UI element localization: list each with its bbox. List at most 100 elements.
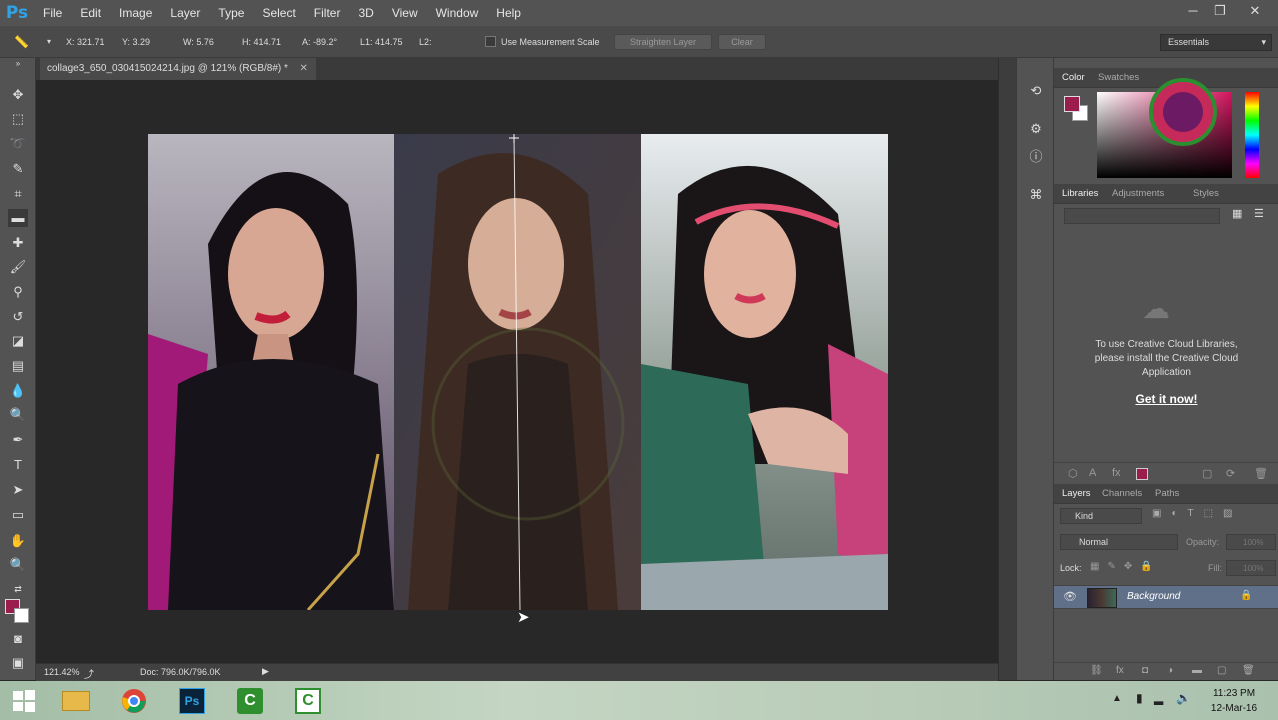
menu-image[interactable]: Image [110, 0, 161, 26]
zoom-tool-icon[interactable]: 🔍 [8, 556, 28, 574]
list-view-icon[interactable]: ☰ [1254, 207, 1264, 220]
blend-mode-select[interactable]: Normal [1060, 534, 1178, 550]
add-character-style-icon[interactable]: A [1089, 467, 1096, 479]
brush-tool-icon[interactable]: 🖌 [8, 258, 28, 276]
brush-presets-icon[interactable]: ⌘ [1026, 186, 1046, 204]
menu-edit[interactable]: Edit [71, 0, 110, 26]
minimize-button[interactable]: ─ [1178, 0, 1208, 22]
layer-style-icon[interactable]: fx [1116, 665, 1124, 676]
background-color-swatch[interactable] [14, 608, 29, 623]
vertical-scrollbar[interactable] [998, 58, 1016, 680]
tab-styles[interactable]: Styles [1193, 184, 1219, 204]
maximize-button[interactable]: ❐ [1205, 0, 1235, 22]
ruler-tool-icon[interactable]: ▬ [8, 209, 28, 227]
add-color-icon[interactable] [1136, 468, 1148, 480]
tab-color[interactable]: Color [1062, 68, 1085, 88]
menu-help[interactable]: Help [487, 0, 530, 26]
delete-layer-icon[interactable]: 🗑 [1242, 665, 1255, 676]
quick-selection-tool-icon[interactable]: ✎ [8, 160, 28, 178]
collapse-arrows-icon[interactable]: » [8, 60, 28, 68]
menu-layer[interactable]: Layer [161, 0, 209, 26]
camtasia-recorder-icon[interactable]: C [226, 683, 274, 718]
eraser-tool-icon[interactable]: ◪ [8, 332, 28, 350]
start-button[interactable] [0, 683, 48, 718]
layer-row-background[interactable]: 👁 Background 🔒 [1054, 585, 1278, 609]
tab-swatches[interactable]: Swatches [1098, 68, 1139, 88]
photoshop-taskbar-icon[interactable]: Ps [168, 683, 216, 718]
menu-type[interactable]: Type [209, 0, 253, 26]
ruler-tool-icon[interactable]: 📏 [14, 26, 29, 58]
type-tool-icon[interactable]: T [8, 456, 28, 474]
history-icon[interactable]: ⟲ [1026, 82, 1046, 100]
menu-3d[interactable]: 3D [349, 0, 382, 26]
screen-mode-icon[interactable]: ▣ [8, 654, 28, 672]
grid-view-icon[interactable]: ▦ [1232, 207, 1242, 220]
marquee-tool-icon[interactable]: ⬚ [8, 110, 28, 128]
clone-stamp-tool-icon[interactable]: ⚲ [8, 283, 28, 301]
battery-icon[interactable]: ▮ [1136, 691, 1143, 705]
document-tab[interactable]: collage3_650_030415024214.jpg @ 121% (RG… [40, 58, 316, 80]
crop-tool-icon[interactable]: ⌗ [8, 185, 28, 203]
lasso-tool-icon[interactable]: ➰ [8, 135, 28, 153]
show-hidden-icons-icon[interactable]: ▲ [1112, 693, 1122, 704]
visibility-eye-icon[interactable]: 👁 [1063, 590, 1077, 603]
status-menu-arrow-icon[interactable]: ▶ [262, 666, 269, 677]
move-tool-icon[interactable]: ✥ [8, 86, 28, 104]
dodge-tool-icon[interactable]: 🔍 [8, 406, 28, 424]
hue-slider[interactable] [1245, 92, 1259, 178]
quick-mask-icon[interactable]: ◙ [8, 630, 28, 648]
get-it-now-link[interactable]: Get it now! [1064, 392, 1269, 406]
rectangle-tool-icon[interactable]: ▭ [8, 506, 28, 524]
path-selection-tool-icon[interactable]: ➤ [8, 481, 28, 499]
file-explorer-icon[interactable] [52, 683, 100, 718]
delete-library-item-icon[interactable]: 🗑 [1254, 467, 1268, 480]
menu-view[interactable]: View [383, 0, 427, 26]
blur-tool-icon[interactable]: 💧 [8, 382, 28, 400]
tab-layers[interactable]: Layers [1062, 484, 1091, 504]
document-image[interactable] [148, 134, 888, 610]
clear-button[interactable]: Clear [718, 34, 766, 50]
history-brush-tool-icon[interactable]: ↺ [8, 308, 28, 326]
layer-name[interactable]: Background [1127, 591, 1180, 602]
healing-brush-tool-icon[interactable]: ✚ [8, 234, 28, 252]
opacity-field[interactable]: 100% [1226, 534, 1276, 550]
gradient-tool-icon[interactable]: ▤ [8, 357, 28, 375]
info-icon[interactable]: ⓘ [1026, 148, 1046, 166]
use-measurement-scale-checkbox[interactable] [485, 36, 496, 47]
close-window-button[interactable]: ✕ [1240, 0, 1270, 22]
stock-icon[interactable]: ▢ [1202, 467, 1212, 480]
menu-window[interactable]: Window [427, 0, 488, 26]
add-graphic-icon[interactable]: ⬡ [1068, 467, 1078, 480]
tab-libraries[interactable]: Libraries [1062, 184, 1098, 204]
new-group-icon[interactable]: ▬ [1192, 665, 1202, 676]
tool-preset-arrow-icon[interactable]: ▾ [47, 26, 51, 58]
tab-adjustments[interactable]: Adjustments [1112, 184, 1164, 204]
layer-filter-select[interactable]: Kind [1060, 508, 1142, 524]
layer-filter-icons[interactable]: ▣◐T⬚▨ [1152, 508, 1243, 519]
panel-foreground-swatch[interactable] [1064, 96, 1080, 112]
camtasia-studio-icon[interactable]: C [284, 683, 332, 718]
tab-paths[interactable]: Paths [1155, 484, 1179, 504]
properties-icon[interactable]: ⚙ [1026, 120, 1046, 138]
pen-tool-icon[interactable]: ✒ [8, 431, 28, 449]
lock-icons[interactable]: ▦✎✥🔒 [1090, 561, 1161, 572]
add-mask-icon[interactable]: ◘ [1142, 665, 1148, 676]
zoom-level[interactable]: 121.42% [44, 667, 80, 677]
swap-colors-icon[interactable]: ⇄ [8, 580, 28, 598]
tab-channels[interactable]: Channels [1102, 484, 1142, 504]
straighten-layer-button[interactable]: Straighten Layer [614, 34, 712, 50]
hand-tool-icon[interactable]: ✋ [8, 532, 28, 550]
new-layer-icon[interactable]: ▢ [1217, 665, 1226, 676]
network-icon[interactable]: ▂ [1154, 691, 1163, 705]
sync-icon[interactable]: ⟳ [1226, 467, 1235, 480]
volume-icon[interactable]: 🔊 [1176, 691, 1191, 705]
share-icon[interactable]: ⤴ [84, 666, 94, 681]
add-layer-style-icon[interactable]: fx [1112, 467, 1121, 479]
chrome-icon[interactable] [110, 683, 158, 718]
adjustment-layer-icon[interactable]: ◑ [1167, 665, 1173, 676]
library-select[interactable] [1064, 208, 1220, 224]
clock[interactable]: 11:23 PM 12-Mar-16 [1198, 686, 1270, 716]
workspace-select[interactable]: Essentials ▾ [1160, 34, 1272, 51]
fill-field[interactable]: 100% [1226, 560, 1276, 576]
menu-filter[interactable]: Filter [305, 0, 350, 26]
